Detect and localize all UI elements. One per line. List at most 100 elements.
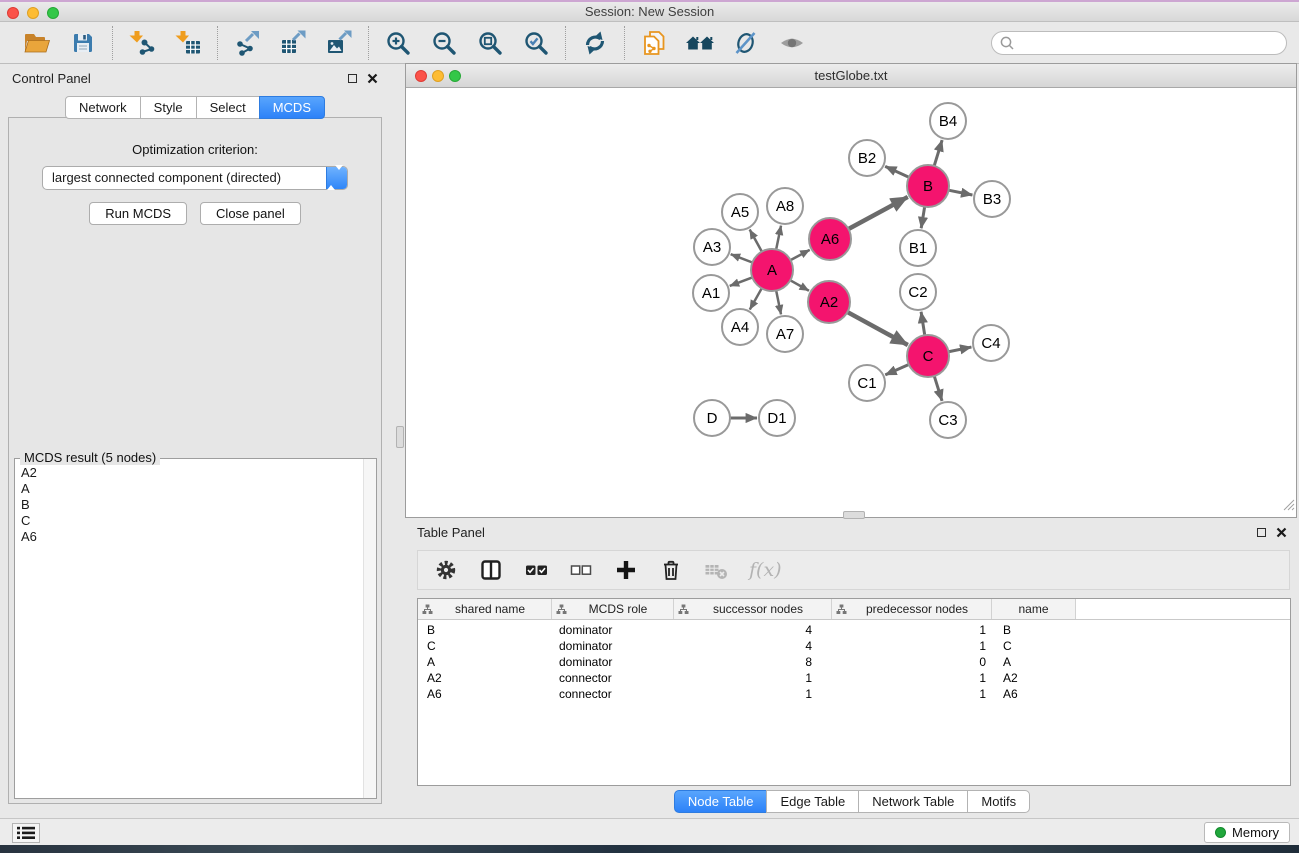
hide-glyphs-button[interactable] [728, 27, 764, 59]
minimize-traffic-light-icon[interactable] [27, 7, 39, 19]
select-all-button[interactable] [524, 557, 548, 583]
run-mcds-button[interactable]: Run MCDS [89, 202, 187, 225]
edge-B-B2[interactable] [885, 166, 909, 177]
show-overview-button[interactable] [774, 27, 810, 59]
search-input[interactable] [1015, 35, 1279, 50]
node-A[interactable]: A [751, 249, 793, 291]
edge-C-C2[interactable] [921, 312, 925, 335]
result-item[interactable]: A [21, 481, 362, 497]
tab-motifs[interactable]: Motifs [967, 790, 1030, 813]
close-traffic-light-icon[interactable] [415, 70, 427, 82]
node-A4[interactable]: A4 [722, 309, 758, 345]
node-A1[interactable]: A1 [693, 275, 729, 311]
node-A2[interactable]: A2 [808, 281, 850, 323]
column-header-predecessor-nodes[interactable]: predecessor nodes [832, 599, 992, 619]
node-B1[interactable]: B1 [900, 230, 936, 266]
memory-button[interactable]: Memory [1204, 822, 1290, 843]
node-B2[interactable]: B2 [849, 140, 885, 176]
edge-B-B3[interactable] [949, 190, 973, 195]
float-panel-icon[interactable] [348, 74, 357, 83]
minimize-traffic-light-icon[interactable] [432, 70, 444, 82]
task-history-button[interactable] [12, 823, 40, 843]
vertical-splitter-handle[interactable] [396, 426, 404, 448]
zoom-out-button[interactable] [426, 27, 462, 59]
export-table-button[interactable] [275, 27, 311, 59]
edge-A-A6[interactable] [791, 250, 810, 260]
import-table-button[interactable] [170, 27, 206, 59]
node-B3[interactable]: B3 [974, 181, 1010, 217]
edge-C-C3[interactable] [934, 376, 942, 401]
edge-B-B1[interactable] [921, 207, 924, 229]
search-field[interactable] [991, 31, 1287, 55]
table-row[interactable]: A6connector11A6 [418, 686, 1290, 702]
export-network-button[interactable] [229, 27, 265, 59]
edge-A-A1[interactable] [730, 277, 753, 286]
result-item[interactable]: A6 [21, 529, 362, 545]
tab-style[interactable]: Style [140, 96, 197, 119]
result-item[interactable]: A2 [21, 465, 362, 481]
show-columns-button[interactable] [479, 557, 503, 583]
node-D[interactable]: D [694, 400, 730, 436]
node-C[interactable]: C [907, 335, 949, 377]
export-image-button[interactable] [321, 27, 357, 59]
edge-B-B4[interactable] [934, 140, 942, 166]
table-row[interactable]: A2connector11A2 [418, 670, 1290, 686]
node-C3[interactable]: C3 [930, 402, 966, 438]
edge-A-A5[interactable] [750, 230, 762, 252]
node-D1[interactable]: D1 [759, 400, 795, 436]
edge-A-A2[interactable] [790, 280, 809, 290]
close-panel-button[interactable]: Close panel [200, 202, 301, 225]
column-header-shared-name[interactable]: shared name [418, 599, 552, 619]
node-C2[interactable]: C2 [900, 274, 936, 310]
node-A6[interactable]: A6 [809, 218, 851, 260]
node-A8[interactable]: A8 [767, 188, 803, 224]
tab-mcds[interactable]: MCDS [259, 96, 325, 119]
delete-table-button[interactable] [704, 557, 728, 583]
edge-C-C1[interactable] [885, 364, 909, 374]
close-traffic-light-icon[interactable] [7, 7, 19, 19]
close-panel-icon[interactable] [1276, 527, 1287, 538]
network-canvas[interactable]: B4B2BB3A8A5A6A3B1AA1C2A2A4A7C4CC1DD1C3 [406, 89, 1296, 517]
edge-A2-C[interactable] [847, 312, 907, 345]
zoom-traffic-light-icon[interactable] [449, 70, 461, 82]
home-button[interactable] [682, 27, 718, 59]
table-row[interactable]: Bdominator41B [418, 622, 1290, 638]
tab-select[interactable]: Select [196, 96, 260, 119]
column-header-mcds-role[interactable]: MCDS role [552, 599, 674, 619]
save-session-button[interactable] [65, 27, 101, 59]
table-row[interactable]: Cdominator41C [418, 638, 1290, 654]
close-panel-icon[interactable] [367, 73, 378, 84]
resize-grip-icon[interactable] [1282, 498, 1295, 516]
node-B4[interactable]: B4 [930, 103, 966, 139]
node-A7[interactable]: A7 [767, 316, 803, 352]
zoom-in-button[interactable] [380, 27, 416, 59]
column-header-name[interactable]: name [992, 599, 1076, 619]
deselect-all-button[interactable] [569, 557, 593, 583]
zoom-selected-button[interactable] [518, 27, 554, 59]
edge-A-A3[interactable] [731, 254, 753, 262]
open-session-button[interactable] [19, 27, 55, 59]
edge-A6-B[interactable] [848, 197, 907, 229]
import-network-button[interactable] [124, 27, 160, 59]
result-scrollbar[interactable] [363, 459, 376, 798]
edge-A-A4[interactable] [750, 288, 762, 309]
table-settings-button[interactable] [434, 557, 458, 583]
node-A3[interactable]: A3 [694, 229, 730, 265]
result-item[interactable]: C [21, 513, 362, 529]
create-column-button[interactable] [614, 557, 638, 583]
node-C1[interactable]: C1 [849, 365, 885, 401]
function-builder-button[interactable]: f(x) [749, 557, 782, 583]
edge-C-C4[interactable] [949, 347, 972, 352]
edge-A-A8[interactable] [776, 226, 781, 250]
table-row[interactable]: Adominator80A [418, 654, 1290, 670]
optimization-criterion-select[interactable]: largest connected component (directed) [42, 166, 348, 190]
column-header-successor-nodes[interactable]: successor nodes [674, 599, 832, 619]
result-item[interactable]: B [21, 497, 362, 513]
tab-network-table[interactable]: Network Table [858, 790, 968, 813]
node-B[interactable]: B [907, 165, 949, 207]
zoom-traffic-light-icon[interactable] [47, 7, 59, 19]
float-panel-icon[interactable] [1257, 528, 1266, 537]
tab-network[interactable]: Network [65, 96, 141, 119]
clone-network-button[interactable] [636, 27, 672, 59]
network-window-titlebar[interactable]: testGlobe.txt [406, 64, 1296, 88]
